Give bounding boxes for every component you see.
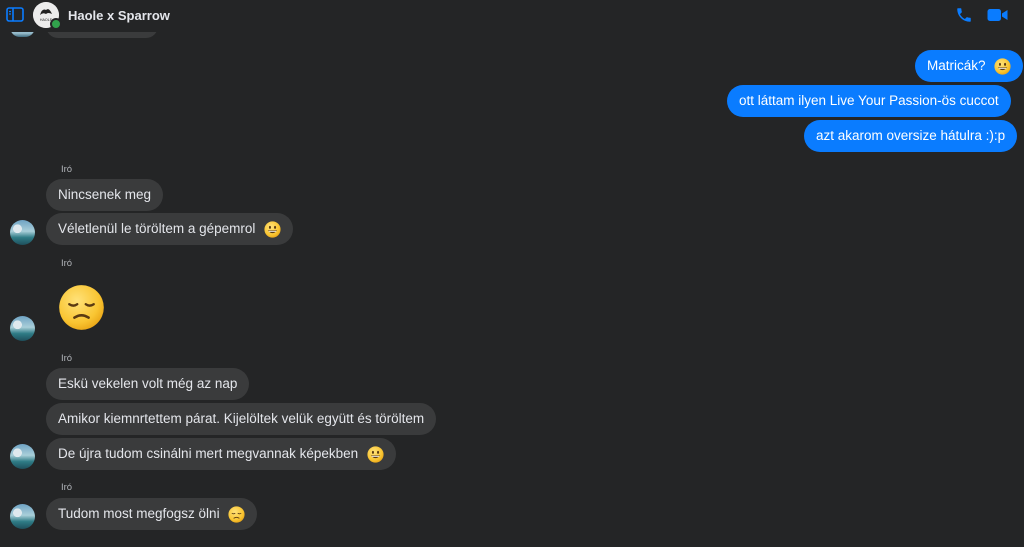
avatar[interactable] (10, 444, 35, 469)
avatar[interactable] (10, 316, 35, 341)
message-bubble-incoming[interactable]: Eskü vekelen volt még az nap (46, 368, 250, 400)
message-text: ott láttam ilyen Live Your Passion-ös cu… (739, 93, 999, 108)
message-bubble-incoming[interactable]: Tudom most megfogsz ölni (46, 498, 258, 530)
message-text: De újra tudom csinálni mert megvannak ké… (58, 446, 362, 461)
message-text: Matricák? (927, 58, 990, 73)
sender-name: Iró (61, 164, 73, 175)
grinning-face-icon (994, 58, 1011, 75)
message-bubble-incoming[interactable]: Nincsenek meg (46, 179, 164, 211)
page-title[interactable]: Haole x Sparrow (68, 8, 170, 23)
sidebar-toggle-icon[interactable] (6, 7, 24, 22)
message-bubble-outgoing[interactable]: Matricák? (915, 50, 1024, 82)
message-text: Nincsenek meg (58, 187, 152, 202)
avatar[interactable] (10, 220, 35, 245)
avatar[interactable] (10, 504, 35, 529)
disappointed-face-icon (228, 506, 245, 523)
sender-name: Iró (61, 258, 73, 269)
message-text: Eskü vekelen volt még az nap (58, 376, 238, 391)
message-bubble-incoming[interactable]: De újra tudom csinálni mert megvannak ké… (46, 438, 396, 470)
message-text: Amikor kiemnrtettem párat. Kijelöltek ve… (58, 411, 425, 426)
online-status-icon (50, 18, 62, 30)
message-bubble-outgoing[interactable]: azt akarom oversize hátulra :):p (804, 120, 1018, 152)
phone-call-icon[interactable] (955, 6, 973, 24)
grinning-face-icon (367, 446, 384, 463)
sender-name: Iró (61, 353, 73, 364)
message-bubble-incoming[interactable]: Amikor kiemnrtettem párat. Kijelöltek ve… (46, 403, 437, 435)
message-text: azt akarom oversize hátulra :):p (816, 128, 1006, 143)
disappointed-face-icon[interactable] (58, 284, 105, 331)
chat-header: HAOLE Haole x Sparrow (0, 0, 1024, 32)
message-text: Tudom most megfogsz ölni (58, 506, 224, 521)
message-bubble-outgoing[interactable]: ott láttam ilyen Live Your Passion-ös cu… (727, 85, 1011, 117)
sender-name: Iró (61, 482, 73, 493)
video-call-icon[interactable] (987, 7, 1008, 23)
message-bubble-incoming[interactable]: Véletlenül le töröltem a gépemrol (46, 213, 294, 245)
grinning-face-icon (264, 221, 281, 238)
message-text: Véletlenül le töröltem a gépemrol (58, 221, 260, 236)
